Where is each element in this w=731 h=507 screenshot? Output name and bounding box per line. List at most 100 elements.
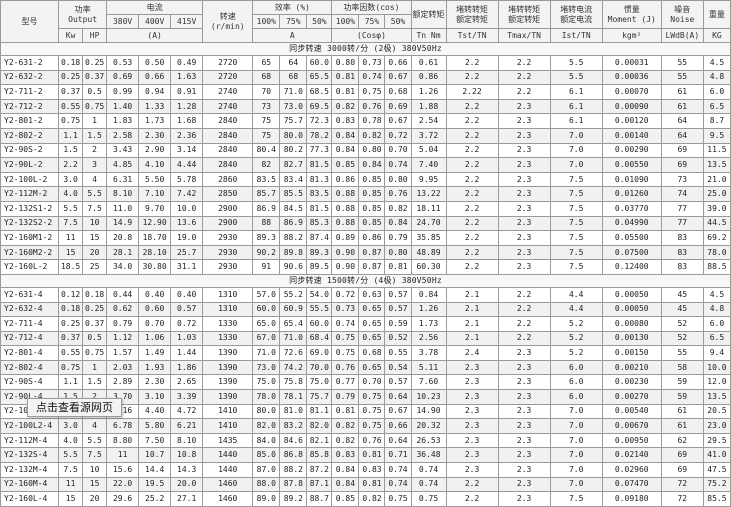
table-row: Y2-802-4 0.75 1 2.03 1.93 1.86 1390 73.0 74.2 70.… <box>0 359 731 376</box>
table-cell: 0.44 <box>106 286 140 303</box>
table-cell: 7.5 <box>58 215 84 232</box>
table-row: Y2-132S1-2 5.5 7.5 11.0 9.70 10.0 2900 86.9 84.5… <box>0 200 731 217</box>
table-cell: 0.86 <box>410 69 447 86</box>
table-body: 同步转速 3000转/分 (2极) 380V50Hz Y2-631-2 0.18 0.… <box>0 42 731 507</box>
table-cell: 0.85 <box>358 171 386 188</box>
table-cell: 6.1 <box>549 113 603 129</box>
table-cell: 86.9 <box>279 215 308 232</box>
table-cell: 68 <box>279 69 308 86</box>
table-cell: 84.6 <box>279 432 308 449</box>
table-cell: 0.81 <box>331 69 360 86</box>
table-cell: 9.4 <box>702 345 731 361</box>
table-cell: 0.81 <box>331 84 360 100</box>
table-cell: 2.30 <box>138 374 172 391</box>
model-cell: Y2-160L-2 <box>0 259 60 275</box>
v380-header: 380V <box>106 14 140 29</box>
table-row: Y2-632-4 0.18 0.25 0.62 0.60 0.57 1310 60.0 60.9… <box>0 301 731 318</box>
table-cell: 5.2 <box>549 330 603 347</box>
view-source-tooltip[interactable]: 点击查看源网页 <box>27 398 122 417</box>
speed-header: 转速 (r/min) <box>202 0 254 43</box>
table-cell: 25.0 <box>702 186 731 202</box>
table-cell: 0.00950 <box>601 432 662 449</box>
table-cell: 75.0 <box>306 374 333 391</box>
table-cell: 1330 <box>202 316 254 332</box>
noise-header: 噪音 Noise <box>660 0 704 29</box>
table-cell: 5.50 <box>138 171 172 188</box>
table-cell: 1.33 <box>138 98 172 115</box>
table-cell: 69.0 <box>306 345 333 361</box>
table-cell: 1.40 <box>106 98 140 115</box>
table-cell: 70.0 <box>306 359 333 376</box>
table-cell: 0.37 <box>82 69 108 86</box>
table-cell: 3.43 <box>106 142 140 159</box>
table-cell: 0.00540 <box>601 403 662 420</box>
table-cell: 15 <box>82 476 108 493</box>
table-cell: 2.3 <box>497 389 551 405</box>
table-cell: 7.5 <box>549 244 603 261</box>
table-cell: 0.00070 <box>601 84 662 100</box>
table-cell: 2.3 <box>497 113 551 129</box>
table-cell: 1 <box>82 359 108 376</box>
table-cell: 2.3 <box>445 447 499 464</box>
table-cell: 22.0 <box>106 476 140 493</box>
table-cell: 28.10 <box>138 244 172 261</box>
table-cell: 2.2 <box>445 55 499 71</box>
table-cell: 7.5 <box>549 171 603 188</box>
table-cell: 0.65 <box>358 330 386 347</box>
model-cell: Y2-160L-4 <box>0 491 60 507</box>
table-cell: 47.5 <box>702 462 731 478</box>
table-cell: 11 <box>58 476 84 493</box>
table-cell: 87.1 <box>306 476 333 493</box>
table-cell: 0.91 <box>170 84 204 100</box>
table-cell: 1310 <box>202 301 254 318</box>
table-cell: 0.59 <box>384 316 412 332</box>
table-cell: 3.0 <box>58 418 84 434</box>
table-cell: 0.66 <box>384 418 412 434</box>
table-cell: 59 <box>660 374 704 391</box>
table-cell: 7.50 <box>138 432 172 449</box>
table-cell: 0.85 <box>358 200 386 217</box>
table-cell: 0.76 <box>384 186 412 202</box>
table-cell: 2.3 <box>445 374 499 391</box>
table-row: Y2-802-2 1.1 1.5 2.58 2.30 2.36 2840 75 80.0 78.2… <box>0 127 731 144</box>
table-cell: 73 <box>252 98 281 115</box>
table-cell: 0.85 <box>331 491 360 507</box>
table-cell: 88 <box>252 215 281 232</box>
table-cell: 12.90 <box>138 215 172 232</box>
table-cell: 0.12400 <box>601 259 662 275</box>
table-cell: 2.1 <box>445 316 499 332</box>
table-cell: 0.03770 <box>601 200 662 217</box>
table-cell: 1.63 <box>170 69 204 86</box>
table-cell: 2.3 <box>445 403 499 420</box>
table-cell: 2930 <box>202 230 254 246</box>
table-cell: 6.31 <box>106 171 140 188</box>
table-cell: 2.3 <box>497 432 551 449</box>
table-cell: 6.0 <box>702 316 731 332</box>
table-cell: 85.8 <box>306 447 333 464</box>
table-cell: 0.75 <box>384 491 412 507</box>
table-cell: 0.64 <box>384 389 412 405</box>
model-cell: Y2-631-4 <box>0 286 60 303</box>
table-cell: 0.57 <box>384 301 412 318</box>
table-cell: 1410 <box>202 403 254 420</box>
table-cell: 6.5 <box>702 330 731 347</box>
table-cell: 85.5 <box>279 186 308 202</box>
table-cell: 75.8 <box>279 374 308 391</box>
table-cell: 14.90 <box>410 403 447 420</box>
efficiency-header: 效率 (%) <box>252 0 333 15</box>
table-cell: 65.4 <box>279 316 308 332</box>
model-cell: Y2-632-4 <box>0 301 60 318</box>
table-cell: 72 <box>660 476 704 493</box>
table-cell: 2.3 <box>497 200 551 217</box>
table-cell: 0.74 <box>384 476 412 493</box>
table-cell: 2740 <box>202 98 254 115</box>
table-cell: 0.79 <box>106 316 140 332</box>
table-cell: 2.2 <box>445 142 499 159</box>
table-cell: 5.5 <box>58 200 84 217</box>
table-cell: 61 <box>660 403 704 420</box>
table-cell: 7.10 <box>138 186 172 202</box>
table-row: Y2-90S-2 1.5 2 3.43 2.90 3.14 2840 80.4 80.2 77.3… <box>0 142 731 159</box>
table-cell: 2840 <box>202 142 254 159</box>
table-cell: 77 <box>660 200 704 217</box>
hp-header: HP <box>82 28 108 43</box>
